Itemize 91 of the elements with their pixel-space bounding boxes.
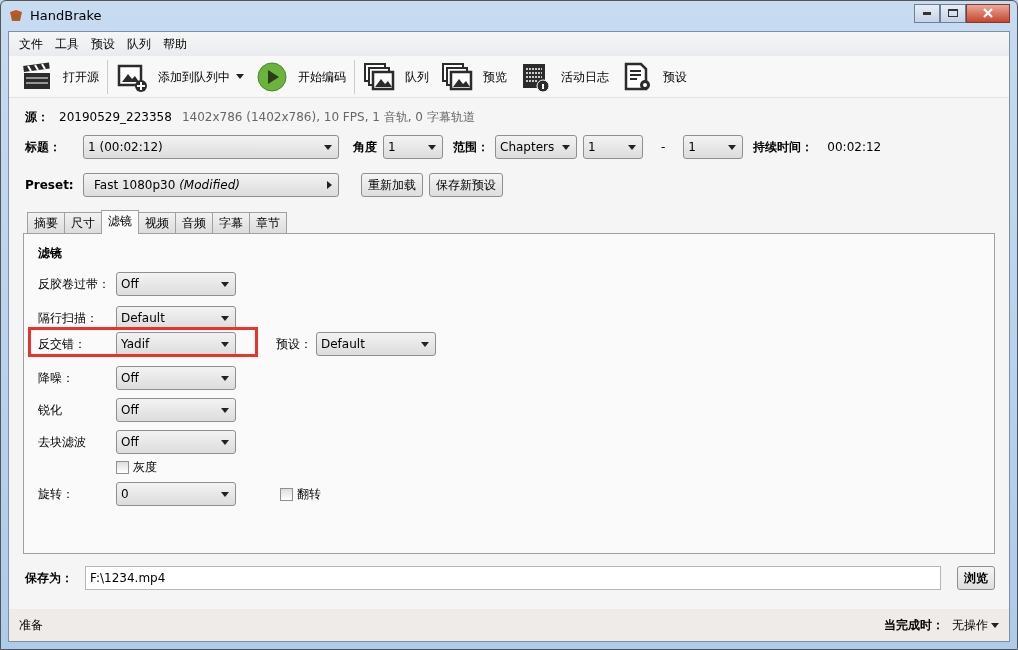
caret-icon bbox=[221, 315, 229, 321]
toolbar-button[interactable]: 打开源 bbox=[63, 67, 99, 86]
toolbar-button[interactable]: 开始编码 bbox=[298, 67, 346, 86]
duration-value: 00:02:12 bbox=[827, 139, 882, 156]
menu-item[interactable]: 文件 bbox=[13, 34, 49, 54]
field-label: 范围： bbox=[453, 139, 489, 156]
range-type-dropdown[interactable]: Chapters bbox=[495, 135, 577, 159]
pictures-stack-icon bbox=[441, 60, 473, 93]
field-label: 当完成时： bbox=[884, 617, 944, 634]
toolbar-button[interactable]: 队列 bbox=[405, 67, 429, 86]
field-label: 降噪： bbox=[38, 370, 75, 387]
menu-item[interactable]: 预设 bbox=[85, 34, 121, 54]
tab[interactable]: 章节 bbox=[249, 212, 287, 233]
toolbar-button[interactable]: 预览 bbox=[483, 67, 507, 86]
caret-icon bbox=[221, 375, 229, 381]
menu-item[interactable]: 队列 bbox=[121, 34, 157, 54]
menu-item[interactable]: 帮助 bbox=[157, 34, 193, 54]
range-separator: - bbox=[661, 139, 666, 156]
file-path-field[interactable]: F:\1234.mp4 bbox=[85, 566, 941, 590]
filter-dropdown[interactable]: Off bbox=[116, 272, 236, 296]
preset-button[interactable]: 重新加载 bbox=[361, 173, 423, 197]
arrow-right-icon bbox=[327, 181, 332, 189]
field-label: 去块滤波 bbox=[38, 434, 87, 451]
caret-icon bbox=[221, 407, 229, 413]
tab[interactable]: 尺寸 bbox=[64, 212, 102, 233]
toolbar-button[interactable]: 预设 bbox=[663, 67, 687, 86]
checkbox[interactable] bbox=[116, 460, 129, 474]
preset-dropdown[interactable]: Default bbox=[316, 332, 436, 356]
field-label: 源： bbox=[25, 109, 49, 126]
field-label: 旋转： bbox=[38, 486, 75, 503]
filter-dropdown[interactable]: Off bbox=[116, 398, 236, 422]
toolbar-button[interactable]: 活动日志 bbox=[561, 67, 609, 86]
caret-icon bbox=[324, 144, 332, 150]
preset-button[interactable]: 保存新预设 bbox=[429, 173, 503, 197]
minimize-icon bbox=[923, 11, 931, 15]
field-label: 保存为： bbox=[25, 570, 74, 587]
range-end-dropdown[interactable]: 1 bbox=[683, 135, 744, 159]
range-start-dropdown[interactable]: 1 bbox=[583, 135, 643, 159]
tab[interactable]: 滤镜 bbox=[101, 210, 139, 234]
preset-selector[interactable]: Fast 1080p30 (Modified) bbox=[83, 173, 339, 197]
field-label: 预设： bbox=[276, 336, 312, 353]
filter-dropdown[interactable]: 0 bbox=[116, 482, 236, 506]
checkbox[interactable] bbox=[280, 487, 293, 501]
play-icon bbox=[256, 60, 288, 93]
caret-icon bbox=[728, 144, 737, 150]
caret-icon bbox=[991, 622, 999, 628]
checkbox-label: 灰度 bbox=[133, 459, 157, 476]
status-text: 准备 bbox=[19, 617, 43, 634]
section-heading: 滤镜 bbox=[38, 245, 63, 262]
field-label: 锐化 bbox=[38, 402, 63, 419]
caret-icon bbox=[421, 341, 429, 347]
close-button[interactable] bbox=[966, 3, 1010, 23]
tab[interactable]: 视频 bbox=[138, 212, 176, 233]
caret-icon bbox=[221, 341, 229, 347]
tab[interactable]: 摘要 bbox=[27, 212, 65, 233]
field-label: 角度 bbox=[353, 139, 377, 156]
pictures-stack-icon bbox=[363, 60, 395, 93]
tab[interactable]: 音频 bbox=[175, 212, 213, 233]
maximize-button[interactable] bbox=[940, 3, 966, 23]
toolbar-button[interactable]: 添加到队列中 bbox=[158, 67, 244, 86]
filter-dropdown[interactable]: Yadif bbox=[116, 332, 236, 356]
maximize-icon bbox=[948, 9, 958, 17]
minimize-button[interactable] bbox=[914, 3, 940, 23]
when-done-dropdown[interactable]: 无操作 bbox=[952, 616, 999, 634]
field-label: 反交错： bbox=[38, 336, 87, 353]
field-label: 持续时间： bbox=[753, 139, 814, 156]
filter-dropdown[interactable]: Off bbox=[116, 366, 236, 390]
source-details: 1402x786 (1402x786), 10 FPS, 1 音轨, 0 字幕轨道 bbox=[181, 109, 475, 126]
field-label: 标题： bbox=[25, 139, 62, 156]
field-label: 反胶卷过带： bbox=[38, 276, 111, 293]
window-title: HandBrake bbox=[30, 7, 102, 26]
close-icon bbox=[983, 8, 993, 18]
caret-icon bbox=[428, 144, 436, 150]
angle-dropdown[interactable]: 1 bbox=[383, 135, 443, 159]
caret-icon bbox=[221, 491, 229, 497]
caret-icon bbox=[221, 439, 229, 445]
caret-icon bbox=[221, 281, 229, 287]
menu-item[interactable]: 工具 bbox=[49, 34, 85, 54]
field-label: 隔行扫描： bbox=[38, 310, 99, 327]
source-name: 20190529_223358 bbox=[59, 109, 172, 126]
filter-dropdown[interactable]: Default bbox=[116, 306, 236, 330]
field-label: Preset: bbox=[25, 177, 75, 194]
caret-icon bbox=[628, 144, 636, 150]
browse-button[interactable]: 浏览 bbox=[957, 566, 995, 590]
filter-dropdown[interactable]: Off bbox=[116, 430, 236, 454]
title-dropdown[interactable]: 1 (00:02:12) bbox=[83, 135, 339, 159]
tab[interactable]: 字幕 bbox=[212, 212, 250, 233]
caret-icon bbox=[562, 144, 570, 150]
app-logo-icon bbox=[8, 8, 24, 24]
checkbox-label: 翻转 bbox=[297, 486, 321, 503]
caret-icon bbox=[236, 74, 244, 79]
